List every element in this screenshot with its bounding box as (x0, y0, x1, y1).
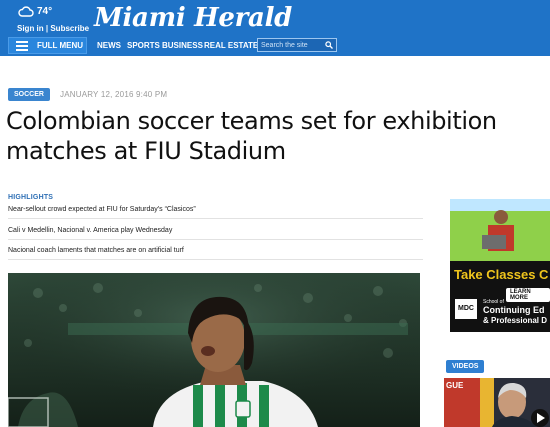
article-photo[interactable] (8, 273, 420, 427)
search-icon[interactable] (325, 41, 333, 49)
ad-program-line1: Continuing Ed (483, 305, 545, 315)
temperature-value: 74° (37, 6, 53, 17)
hamburger-icon (16, 39, 28, 53)
videos-label[interactable]: VIDEOS (446, 360, 485, 373)
video-overlay-text: GUE (446, 381, 464, 390)
sidebar-advertisement[interactable]: Take Classes C LEARN MORE MDC School of … (450, 199, 550, 332)
nav-sports[interactable]: SPORTS (127, 41, 160, 50)
section-badge[interactable]: SOCCER (8, 88, 50, 101)
search-input[interactable]: Search the site (261, 42, 325, 49)
full-menu-label: FULL MENU (37, 41, 84, 50)
article-headline: Colombian soccer teams set for exhibitio… (6, 107, 497, 165)
learn-more-button[interactable]: LEARN MORE (506, 288, 550, 302)
nav-real-estate[interactable]: REAL ESTATE (204, 41, 258, 50)
full-menu-button[interactable]: FULL MENU (8, 37, 87, 54)
signin-subscribe-link[interactable]: Sign in | Subscribe (17, 24, 89, 33)
soccer-player-image (8, 273, 420, 427)
article-date: JANUARY 12, 2016 9:40 PM (60, 90, 168, 99)
highlight-item: Cali v Medellin, Nacional v. America pla… (8, 223, 423, 240)
weather-widget[interactable]: 74° (18, 6, 52, 17)
nav-business[interactable]: BUSINESS (162, 41, 203, 50)
highlight-item: Near-sellout crowd expected at FIU for S… (8, 202, 423, 219)
video-thumbnail[interactable]: GUE (444, 378, 550, 427)
site-logo[interactable]: Miami Herald (94, 3, 292, 33)
nav-news[interactable]: NEWS (97, 41, 121, 50)
search-box[interactable]: Search the site (257, 38, 337, 52)
ad-program-line2: & Professional D (483, 316, 548, 325)
mdc-logo: MDC (455, 299, 477, 319)
cloud-icon (18, 6, 34, 17)
site-header: 74° Sign in | Subscribe Miami Herald FUL… (0, 0, 550, 56)
highlights-title: HIGHLIGHTS (8, 194, 54, 201)
highlight-item: Nacional coach laments that matches are … (8, 243, 423, 260)
ad-headline: Take Classes C (454, 267, 549, 282)
